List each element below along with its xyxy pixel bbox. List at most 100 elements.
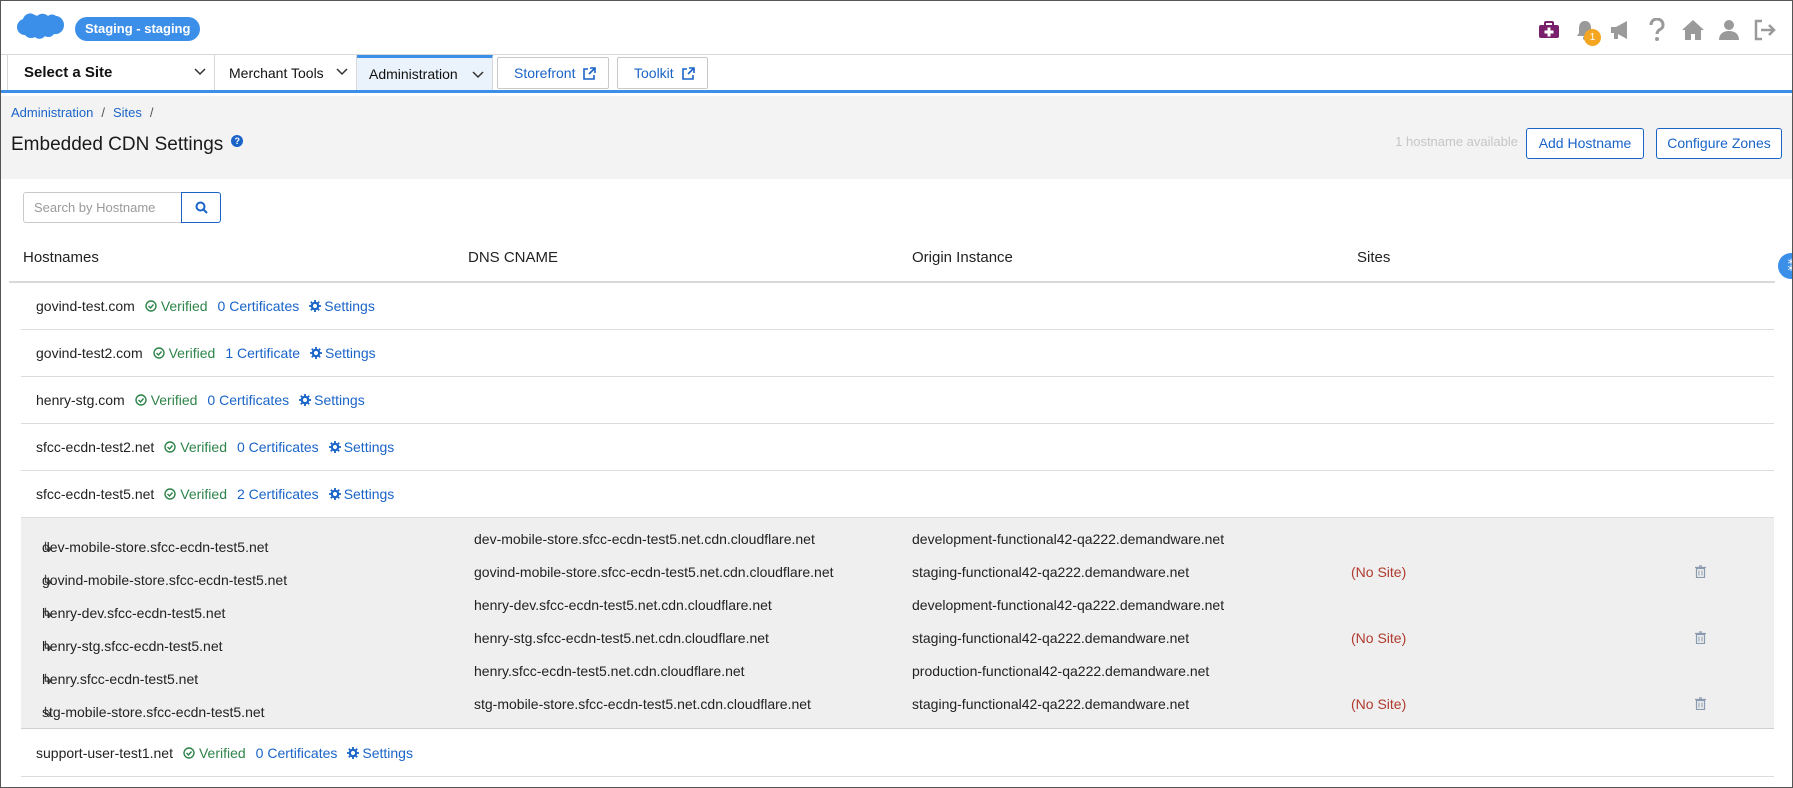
chevron-down-icon — [194, 68, 206, 76]
hostname-text: henry-stg.com — [36, 392, 125, 408]
search-button[interactable] — [181, 192, 221, 223]
verified-label: Verified — [168, 345, 216, 361]
certificates-link[interactable]: 1 Certificate — [225, 345, 300, 361]
table-row: sfcc-ecdn-test5.net Verified 2 Certificate… — [21, 471, 1774, 518]
origin-instance-text: development-functional42-qa222.demandwar… — [912, 597, 1225, 613]
origin-instance-text: staging-functional42-qa222.demandware.ne… — [912, 696, 1190, 712]
check-circle-icon — [164, 441, 176, 453]
settings-link[interactable]: Settings — [328, 486, 394, 502]
origin-instance-text: staging-functional42-qa222.demandware.ne… — [912, 564, 1190, 580]
home-icon[interactable] — [1680, 17, 1706, 43]
certificates-link[interactable]: 0 Certificates — [207, 392, 289, 408]
dns-cname-text: henry-dev.sfcc-ecdn-test5.net.cdn.cloudf… — [474, 597, 772, 613]
verified-status: Verified — [145, 298, 208, 314]
verified-status: Verified — [183, 745, 246, 761]
breadcrumb-separator: / — [149, 105, 154, 120]
table-row: sfcc-ecdn-test2.net Verified 0 Certificate… — [21, 424, 1774, 471]
top-bar: Staging - staging 1 — [1, 1, 1792, 55]
hostname-text: govind-test2.com — [36, 345, 143, 361]
subdomain-host-text: henry.sfcc-ecdn-test5.net — [42, 671, 199, 687]
settings-link[interactable]: Settings — [347, 745, 413, 761]
salesforce-cloud-logo[interactable] — [17, 12, 65, 46]
verified-status: Verified — [135, 392, 198, 408]
hostname-text: sfcc-ecdn-test2.net — [36, 439, 155, 455]
site-status: (No Site) — [1351, 696, 1407, 712]
hostname-text: support-user-test1.net — [36, 745, 173, 761]
table-row: govind-test.com Verified 0 Certificates Set… — [21, 283, 1774, 330]
settings-link[interactable]: Settings — [328, 439, 395, 455]
settings-link[interactable]: Settings — [310, 345, 376, 361]
column-sites: Sites — [1357, 249, 1391, 266]
chevron-down-icon — [472, 71, 484, 79]
nav-administration[interactable]: Administration — [357, 55, 493, 90]
help-icon[interactable] — [1644, 17, 1670, 43]
nav-merchant-tools[interactable]: Merchant Tools — [215, 55, 357, 90]
subdomain-row: ↳ govind-mobile-store.sfcc-ecdn-test5.net… — [21, 556, 1774, 589]
hostname-text: govind-test.com — [36, 298, 135, 314]
breadcrumb-sites[interactable]: Sites — [113, 105, 142, 120]
check-circle-icon — [135, 394, 147, 406]
app-window: Staging - staging 1 Select a Site Mercha… — [0, 0, 1793, 788]
origin-instance-text: development-functional42-qa222.demandwar… — [912, 531, 1225, 547]
chevron-down-icon — [336, 68, 348, 76]
external-link-icon — [681, 66, 695, 80]
dns-cname-text: govind-mobile-store.sfcc-ecdn-test5.net.… — [474, 564, 834, 580]
settings-link[interactable]: Settings — [299, 392, 365, 408]
trash-icon[interactable] — [1695, 697, 1706, 710]
settings-link[interactable]: Settings — [309, 298, 375, 314]
settings-label: Settings — [343, 439, 395, 455]
toolkit-link[interactable]: Toolkit — [617, 57, 708, 89]
breadcrumb-administration[interactable]: Administration — [11, 105, 93, 120]
verified-label: Verified — [150, 392, 198, 408]
trash-icon[interactable] — [1695, 565, 1706, 578]
briefcase-plus-icon[interactable] — [1536, 17, 1562, 43]
check-circle-icon — [145, 300, 157, 312]
main-nav: Select a Site Merchant Tools Administrat… — [1, 55, 1792, 93]
check-circle-icon — [183, 747, 195, 759]
subdomain-host-text: henry-stg.sfcc-ecdn-test5.net — [42, 638, 223, 654]
page-title-text: Embedded CDN Settings — [11, 134, 224, 155]
side-panel-handle[interactable]: ⁑ — [1778, 253, 1792, 279]
settings-label: Settings — [314, 392, 365, 408]
subdomain-row: ↳ henry.sfcc-ecdn-test5.net henry.sfcc-ecd… — [21, 655, 1774, 688]
subdomain-host-text: henry-dev.sfcc-ecdn-test5.net — [42, 605, 226, 621]
site-selector-label: Select a Site — [24, 64, 113, 81]
help-icon[interactable]: ? — [231, 135, 244, 147]
subdomain-row: ↳ henry-stg.sfcc-ecdn-test5.net henry-stg.… — [21, 622, 1774, 655]
configure-zones-button[interactable]: Configure Zones — [1656, 128, 1782, 159]
certificates-link[interactable]: 0 Certificates — [218, 298, 300, 314]
subdomain-host-text: stg-mobile-store.sfcc-ecdn-test5.net — [42, 704, 265, 720]
toolkit-label: Toolkit — [634, 65, 674, 81]
breadcrumb: Administration / Sites / — [11, 105, 162, 120]
verified-label: Verified — [180, 486, 227, 502]
megaphone-icon[interactable] — [1608, 17, 1634, 43]
gear-icon — [328, 488, 341, 500]
site-status: (No Site) — [1351, 630, 1407, 646]
trash-icon[interactable] — [1695, 631, 1706, 644]
certificates-link[interactable]: 0 Certificates — [237, 439, 319, 455]
bell-icon[interactable]: 1 — [1572, 17, 1601, 46]
check-circle-icon — [152, 347, 165, 359]
subdomain-block: ↳ dev-mobile-store.sfcc-ecdn-test5.net dev… — [21, 518, 1774, 729]
search-input[interactable] — [23, 192, 181, 223]
dns-cname-text: henry.sfcc-ecdn-test5.net.cdn.cloudflare… — [474, 663, 745, 679]
user-icon[interactable] — [1716, 17, 1742, 43]
verified-label: Verified — [198, 745, 246, 761]
nav-merchant-tools-label: Merchant Tools — [229, 64, 324, 81]
subdomain-row: ↳ stg-mobile-store.sfcc-ecdn-test5.net stg… — [21, 688, 1774, 721]
hostname-text: sfcc-ecdn-test5.net — [36, 486, 155, 502]
certificates-link[interactable]: 2 Certificates — [237, 486, 319, 502]
verified-status: Verified — [164, 439, 227, 455]
site-selector[interactable]: Select a Site — [7, 55, 215, 90]
verified-label: Verified — [180, 439, 227, 455]
add-hostname-button[interactable]: Add Hostname — [1526, 128, 1644, 159]
gear-icon — [328, 441, 341, 453]
column-hostnames: Hostnames — [23, 249, 99, 266]
logout-icon[interactable] — [1752, 17, 1778, 43]
page-header: Administration / Sites / Embedded CDN Setti… — [1, 96, 1792, 179]
certificates-link[interactable]: 0 Certificates — [256, 745, 338, 761]
page-title: Embedded CDN Settings? — [11, 134, 244, 156]
subdomain-host-text: govind-mobile-store.sfcc-ecdn-test5.net — [42, 572, 288, 588]
storefront-link[interactable]: Storefront — [497, 57, 609, 89]
header-icon-group: 1 — [1536, 15, 1778, 46]
